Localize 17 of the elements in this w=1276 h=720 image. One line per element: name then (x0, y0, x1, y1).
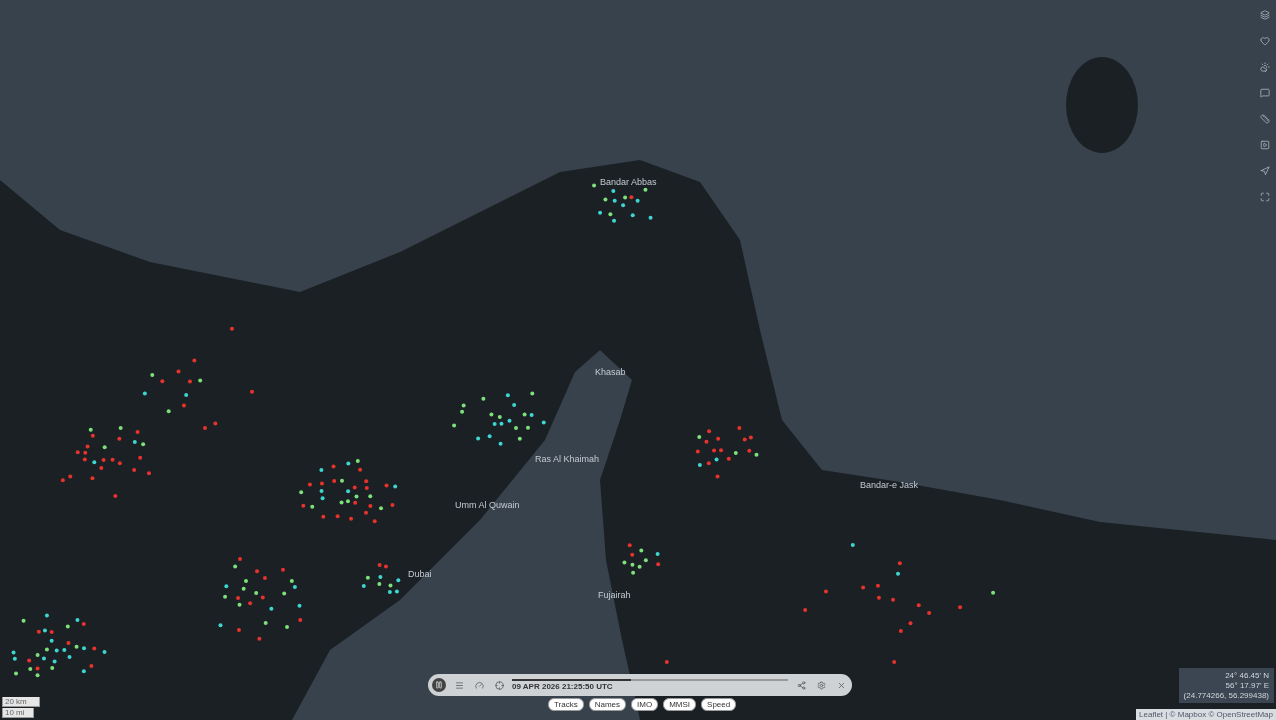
map-attribution: Leaflet | © Mapbox © OpenStreetMap (1136, 709, 1276, 720)
decimal-coordinates: (24.774266, 56.299438) (1183, 691, 1269, 700)
timestamp: 09 APR 2026 21:25:50 UTC (512, 682, 614, 691)
layer-toggle[interactable]: Tracks (548, 698, 584, 711)
place-label: Fujairah (598, 590, 631, 600)
longitude: 56° 17.97' E (1225, 681, 1269, 690)
place-label: Bandar-e Jask (860, 480, 919, 490)
scale-bar: 10 mi (2, 708, 34, 718)
layer-toggle[interactable]: Names (588, 698, 627, 711)
place-label: Bandar Abbas (600, 177, 657, 187)
scale-bar: 20 km (2, 697, 40, 707)
place-label: Khasab (595, 367, 626, 377)
place-label: Ras Al Khaimah (535, 454, 600, 464)
place-label: Dubai (408, 569, 432, 579)
latitude: 24° 46.45' N (1225, 671, 1269, 680)
place-label: Umm Al Quwain (455, 500, 520, 510)
layer-toggle[interactable]: IMO (631, 698, 659, 711)
